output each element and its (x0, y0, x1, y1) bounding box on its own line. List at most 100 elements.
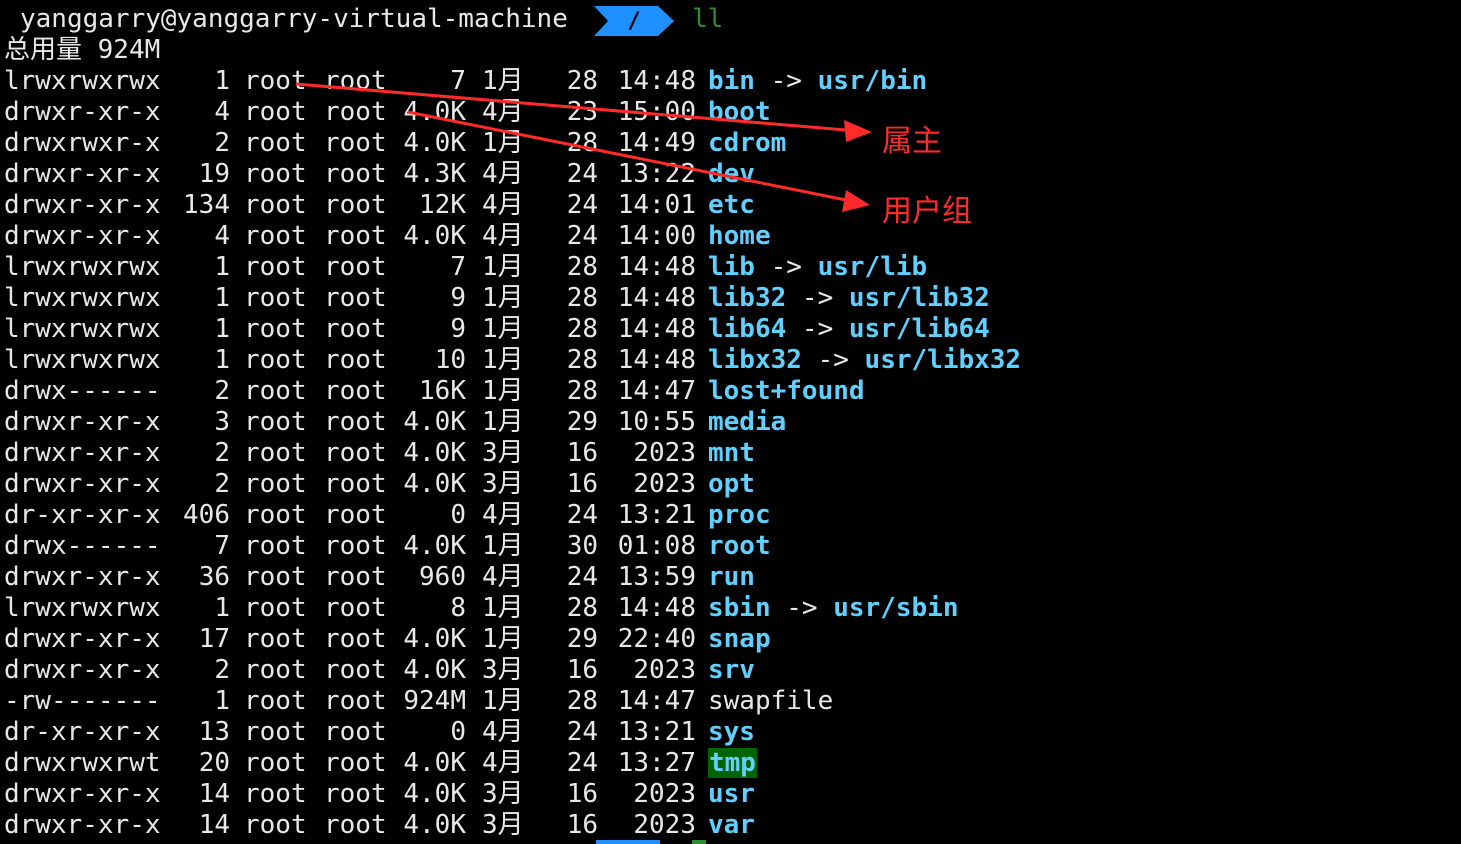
row-filename[interactable]: home (708, 221, 771, 252)
row-perm: lrwxrwxrwx (4, 283, 161, 313)
row-filename[interactable]: srv (708, 655, 755, 686)
row-day: 16 (566, 438, 598, 468)
row-links: 1 (214, 283, 230, 313)
row-filename[interactable]: sys (708, 717, 755, 748)
row-filename[interactable]: media (708, 407, 786, 438)
row-time: 14:49 (617, 128, 696, 158)
symlink-target[interactable]: usr/libx32 (865, 345, 1022, 375)
row-size: 4.0K (403, 810, 466, 840)
row-day: 23 (566, 97, 598, 127)
row-filename[interactable]: lib64 -> usr/lib64 (708, 314, 990, 345)
row-time: 13:21 (617, 717, 696, 747)
row-day: 24 (566, 500, 598, 530)
row-filename[interactable]: proc (708, 500, 771, 531)
row-perm: -rw------- (4, 686, 161, 716)
row-group: root (324, 779, 387, 809)
row-size: 4.0K (403, 128, 466, 158)
row-time: 13:21 (617, 500, 696, 530)
row-filename[interactable]: opt (708, 469, 755, 500)
row-month: 4月 (482, 717, 524, 747)
row-month: 1月 (482, 593, 524, 623)
row-size: 4.0K (403, 221, 466, 251)
row-group: root (324, 345, 387, 375)
row-size: 4.0K (403, 438, 466, 468)
row-filename[interactable]: snap (708, 624, 771, 655)
row-filename[interactable]: tmp (708, 748, 757, 779)
row-filename[interactable]: bin -> usr/bin (708, 66, 927, 97)
group-annotation-label: 用户组 (882, 194, 972, 229)
row-perm: drwxr-xr-x (4, 159, 161, 189)
row-perm: drwx------ (4, 376, 161, 406)
row-size: 4.0K (403, 531, 466, 561)
row-filename[interactable]: sbin -> usr/sbin (708, 593, 958, 624)
row-day: 28 (566, 314, 598, 344)
symlink-target[interactable]: usr/sbin (833, 593, 958, 623)
row-filename[interactable]: run (708, 562, 755, 593)
row-size: 4.0K (403, 748, 466, 778)
row-filename[interactable]: cdrom (708, 128, 786, 159)
row-links: 4 (214, 221, 230, 251)
row-perm: drwx------ (4, 531, 161, 561)
row-day: 29 (566, 624, 598, 654)
row-group: root (324, 438, 387, 468)
row-links: 406 (183, 500, 230, 530)
row-time: 2023 (633, 469, 696, 499)
filename-text: lib (708, 252, 755, 282)
row-filename[interactable]: var (708, 810, 755, 841)
row-size: 7 (450, 66, 466, 96)
row-filename[interactable]: root (708, 531, 771, 562)
filename-text: swapfile (708, 686, 834, 716)
symlink-target[interactable]: usr/lib (818, 252, 928, 282)
row-filename[interactable]: dev (708, 159, 755, 190)
filename-text: lib64 (708, 314, 787, 344)
filename-text: media (708, 407, 787, 437)
terminal-window[interactable]: yanggarry@yanggarry-virtual-machine / ll… (0, 0, 1461, 844)
row-group: root (324, 593, 387, 623)
row-time: 2023 (633, 779, 696, 809)
row-owner: root (244, 345, 307, 375)
row-perm: drwxr-xr-x (4, 97, 161, 127)
row-month: 3月 (482, 779, 524, 809)
filename-text: boot (708, 97, 771, 127)
symlink-target[interactable]: usr/lib32 (849, 283, 990, 313)
row-links: 14 (198, 810, 230, 840)
symlink-target[interactable]: usr/lib64 (849, 314, 990, 344)
row-time: 14:48 (617, 593, 696, 623)
row-filename[interactable]: usr (708, 779, 755, 810)
row-time: 2023 (633, 810, 696, 840)
row-links: 1 (214, 252, 230, 282)
row-group: root (324, 66, 387, 96)
row-links: 2 (214, 128, 230, 158)
filename-text: proc (708, 500, 771, 530)
row-filename[interactable]: mnt (708, 438, 755, 469)
row-time: 13:59 (617, 562, 696, 592)
row-filename[interactable]: swapfile (708, 686, 833, 717)
row-links: 14 (198, 779, 230, 809)
row-size: 12K (419, 190, 466, 220)
row-filename[interactable]: boot (708, 97, 771, 128)
row-perm: lrwxrwxrwx (4, 66, 161, 96)
row-filename[interactable]: libx32 -> usr/libx32 (708, 345, 1021, 376)
symlink-target[interactable]: usr/bin (818, 66, 928, 96)
row-month: 1月 (482, 283, 524, 313)
row-time: 14:47 (617, 686, 696, 716)
filename-text: srv (708, 655, 755, 685)
row-day: 16 (566, 810, 598, 840)
prompt-cwd: / (627, 9, 640, 34)
row-month: 4月 (482, 562, 524, 592)
row-filename[interactable]: lost+found (708, 376, 865, 407)
row-filename[interactable]: lib32 -> usr/lib32 (708, 283, 990, 314)
row-group: root (324, 97, 387, 127)
row-links: 36 (198, 562, 230, 592)
row-time: 14:01 (617, 190, 696, 220)
row-time: 22:40 (617, 624, 696, 654)
row-size: 0 (450, 500, 466, 530)
row-links: 1 (214, 593, 230, 623)
row-perm: drwxr-xr-x (4, 779, 161, 809)
row-size: 4.0K (403, 407, 466, 437)
row-size: 4.0K (403, 655, 466, 685)
row-month: 1月 (482, 686, 524, 716)
row-month: 1月 (482, 314, 524, 344)
row-filename[interactable]: etc (708, 190, 755, 221)
row-filename[interactable]: lib -> usr/lib (708, 252, 927, 283)
